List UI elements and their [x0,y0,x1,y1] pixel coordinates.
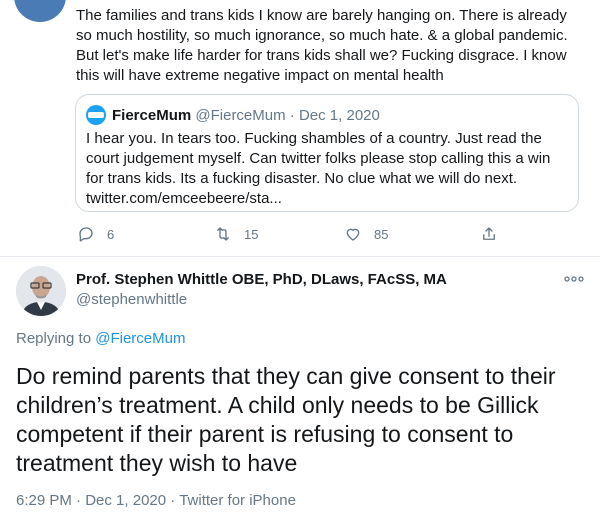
meta-separator: · [170,492,176,509]
previous-tweet-avatar[interactable] [14,0,66,22]
quoted-tweet-header: FierceMum @FierceMum · Dec 1, 2020 [112,106,380,126]
tweet-time[interactable]: 6:29 PM [16,492,72,509]
quoted-tweet-avatar [86,105,106,125]
retweet-icon [217,227,229,241]
like-count: 85 [374,226,389,242]
replying-to-label: Replying to [16,330,92,347]
quoted-tweet-text: I hear you. In tears too. Fucking shambl… [86,130,551,207]
tweet-actions: 6 15 85 [0,225,600,249]
like-button[interactable]: 85 [344,225,388,243]
retweet-button[interactable]: 15 [214,225,258,243]
tweet-divider [0,256,600,257]
reply-icon [79,227,93,242]
reply-count: 6 [107,226,115,242]
quoted-tweet-date: Dec 1, 2020 [298,107,380,124]
previous-tweet-text: The families and trans kids I know are b… [76,7,568,84]
main-tweet-text: Do remind parents that they can give con… [16,363,556,476]
heart-icon [346,228,360,241]
tweet-metadata: 6:29 PM · Dec 1, 2020 · Twitter for iPho… [16,491,296,511]
tweet-source[interactable]: Twitter for iPhone [179,492,296,509]
quoted-tweet-card[interactable]: FierceMum @FierceMum · Dec 1, 2020 I hea… [75,94,579,212]
quoted-tweet-separator: · [289,107,295,124]
author-name[interactable]: Prof. Stephen Whittle OBE, PhD, DLaws, F… [76,270,447,290]
reply-button[interactable]: 6 [77,225,114,243]
replying-to: Replying to @FierceMum [16,329,185,349]
author-avatar[interactable] [16,266,66,316]
tweet-date[interactable]: Dec 1, 2020 [85,492,166,509]
author-handle[interactable]: @stephenwhittle [76,290,187,310]
share-icon [483,227,495,240]
meta-separator: · [76,492,82,509]
more-options-icon[interactable] [563,272,585,286]
replying-to-mention[interactable]: @FierceMum [95,330,185,347]
retweet-count: 15 [244,226,259,242]
author-photo [16,266,66,316]
share-button[interactable] [480,225,498,243]
quoted-tweet-name: FierceMum [112,107,192,124]
quoted-tweet-handle: @FierceMum [195,107,286,124]
